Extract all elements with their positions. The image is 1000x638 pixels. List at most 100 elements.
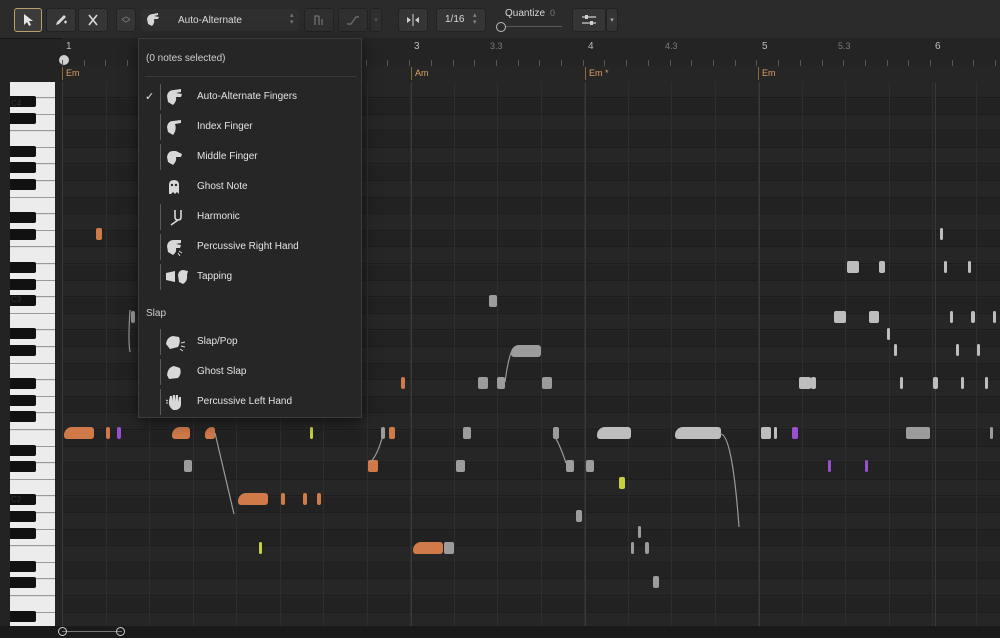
scrollbar-thumb[interactable] [58,627,126,636]
menu-item-label: Percussive Right Hand [197,241,299,252]
menu-item-percussive-left-hand[interactable]: Percussive Left Hand [139,387,361,417]
slide-options-button[interactable]: ▾ [370,8,382,32]
ruler-marker: 4.3 [665,41,678,51]
technique-select-value: Auto-Alternate [178,15,242,26]
snap-icon [407,14,419,26]
pencil-icon [56,15,67,25]
menu-item-index-finger[interactable]: Index Finger [139,112,361,142]
menu-item-harmonic[interactable]: Harmonic [139,202,361,232]
piano-black-key[interactable] [10,146,36,157]
octave-label: C2 [11,495,22,504]
piano-black-key[interactable] [10,461,36,472]
technique-dropdown-menu: (0 notes selected) ✓ Auto-Alternate Fing… [138,38,362,418]
grid-resolution-value: 1/16 [445,14,465,25]
piano-black-key[interactable] [10,162,36,173]
menu-item-percussive-right-hand[interactable]: Percussive Right Hand [139,232,361,262]
slide-curve [370,433,384,463]
piano-roll-editor: ︿ ﹀ Auto-Alternate ▴ ▾ ▾ 1/16 ▴ ▾ Quantize … [0,0,1000,638]
harmonic-tuning-fork-icon [170,210,182,226]
menu-item-divider [160,114,161,140]
technique-select[interactable]: Auto-Alternate ▴ ▾ [140,8,300,32]
pointer-icon [24,14,33,26]
legato-button[interactable] [304,8,334,32]
piano-black-key[interactable] [10,511,36,522]
ruler-marker: 6 [935,41,941,52]
ruler-marker: 5 [762,41,768,52]
piano-black-key[interactable] [10,378,36,389]
quantize-slider-handle[interactable] [496,22,506,32]
menu-item-label: Slap/Pop [197,336,238,347]
scrollbar-handle-right[interactable] [116,627,125,636]
piano-black-key[interactable] [10,113,36,124]
grid-resolution-select[interactable]: 1/16 ▴ ▾ [436,8,486,32]
piano-black-key[interactable] [10,179,36,190]
chord-label[interactable]: Am [411,67,429,80]
piano-black-key[interactable] [10,262,36,273]
menu-item-divider [160,144,161,170]
menu-item-label: Ghost Slap [197,366,247,377]
chord-label[interactable]: Em [62,67,80,80]
slide-curve [214,432,235,515]
scissors-icon [88,14,98,26]
piano-black-key[interactable] [10,345,36,356]
piano-black-key[interactable] [10,577,36,588]
menu-item-label: Harmonic [197,211,240,222]
menu-item-ghost-note[interactable]: Ghost Note [139,172,361,202]
slide-icon [347,16,359,25]
slide-curve [128,309,131,353]
octave-label: C4 [11,99,22,108]
settings-dropdown-button[interactable]: ▾ [606,8,618,32]
chord-label[interactable]: Em * [585,67,609,80]
piano-black-key[interactable] [10,395,36,406]
ruler-marker: 5.3 [838,41,851,51]
menu-item-label: Tapping [197,271,233,282]
quantize-value: 0 [550,8,556,18]
snap-toggle-button[interactable] [398,8,428,32]
chevron-down-icon: ▾ [374,17,378,24]
chevron-up-down-icon: ▴ ▾ [290,12,294,26]
piano-black-key[interactable] [10,328,36,339]
menu-item-middle-finger[interactable]: Middle Finger [139,142,361,172]
toolbar: ︿ ﹀ Auto-Alternate ▴ ▾ ▾ 1/16 ▴ ▾ Quantize … [0,0,1000,39]
menu-divider [145,76,357,77]
quantize-slider-track [502,26,562,27]
menu-item-ghost-slap[interactable]: Ghost Slap [139,357,361,387]
playhead-marker[interactable] [59,55,69,65]
scrollbar-handle-left[interactable] [58,627,67,636]
ruler-marker: 3.3 [490,41,503,51]
piano-black-key[interactable] [10,445,36,456]
menu-item-divider [160,329,161,355]
pencil-tool-button[interactable] [46,8,76,32]
slide-button[interactable] [338,8,368,32]
menu-item-divider [160,84,161,110]
ruler-marker: 3 [414,41,420,52]
menu-item-divider [160,264,161,290]
slide-curve [504,347,515,383]
horizontal-scrollbar[interactable] [0,626,1000,638]
slide-curve [719,433,740,528]
cut-tool-button[interactable] [78,8,108,32]
index-finger-icon [167,120,181,135]
piano-black-key[interactable] [10,212,36,223]
menu-section-slap: Slap [146,308,167,319]
quantize-slider[interactable] [496,22,564,32]
menu-item-auto-alternate-fingers[interactable]: ✓ Auto-Alternate Fingers [139,82,361,112]
piano-black-key[interactable] [10,279,36,290]
menu-item-slap-pop[interactable]: Slap/Pop [139,327,361,357]
chevron-up-down-icon: ▴ ▾ [473,12,477,26]
piano-black-key[interactable] [10,561,36,572]
hand-icon [147,13,159,26]
menu-item-tapping[interactable]: Tapping [139,262,361,292]
piano-black-key[interactable] [10,411,36,422]
middle-finger-icon [167,151,182,165]
ruler-marker: 4 [588,41,594,52]
chevron-up-down-icon: ︿ ﹀ [121,11,131,29]
pointer-tool-button[interactable] [14,8,42,32]
settings-menu-button[interactable] [572,8,606,32]
piano-black-key[interactable] [10,528,36,539]
octave-stepper[interactable]: ︿ ﹀ [116,8,136,32]
piano-keyboard[interactable]: C4 C3 C2 [10,82,55,626]
chord-label[interactable]: Em [758,67,776,80]
piano-black-key[interactable] [10,229,36,240]
piano-black-key[interactable] [10,611,36,622]
